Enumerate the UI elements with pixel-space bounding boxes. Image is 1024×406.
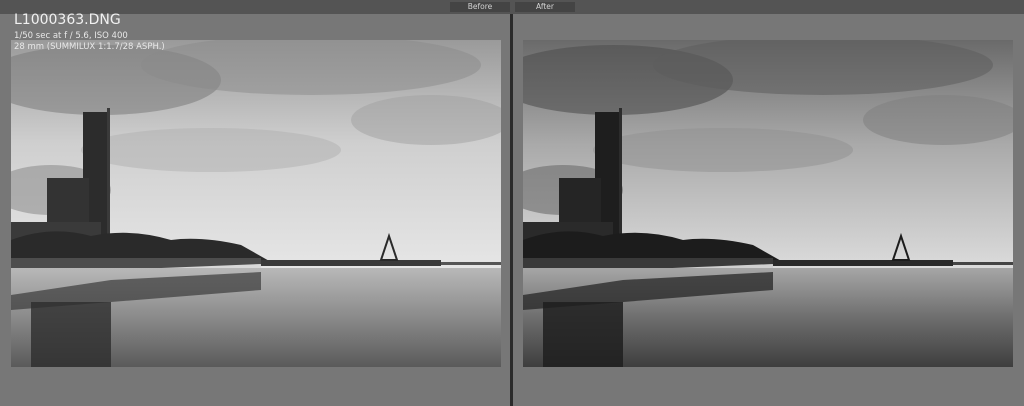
photo-exposure-info: 1/50 sec at f / 5.6, ISO 400 <box>14 31 128 41</box>
photo-filename: L1000363.DNG <box>14 12 121 28</box>
after-label[interactable]: After <box>515 2 575 12</box>
after-photo[interactable] <box>523 40 1013 367</box>
compare-view: Before After L1000363.DNG 1/50 sec at f … <box>0 0 1024 406</box>
before-label[interactable]: Before <box>450 2 510 12</box>
before-photo[interactable] <box>11 40 501 367</box>
compare-toolbar: Before After <box>0 0 1024 14</box>
photo-lens-info: 28 mm (SUMMILUX 1:1.7/28 ASPH.) <box>14 42 165 52</box>
